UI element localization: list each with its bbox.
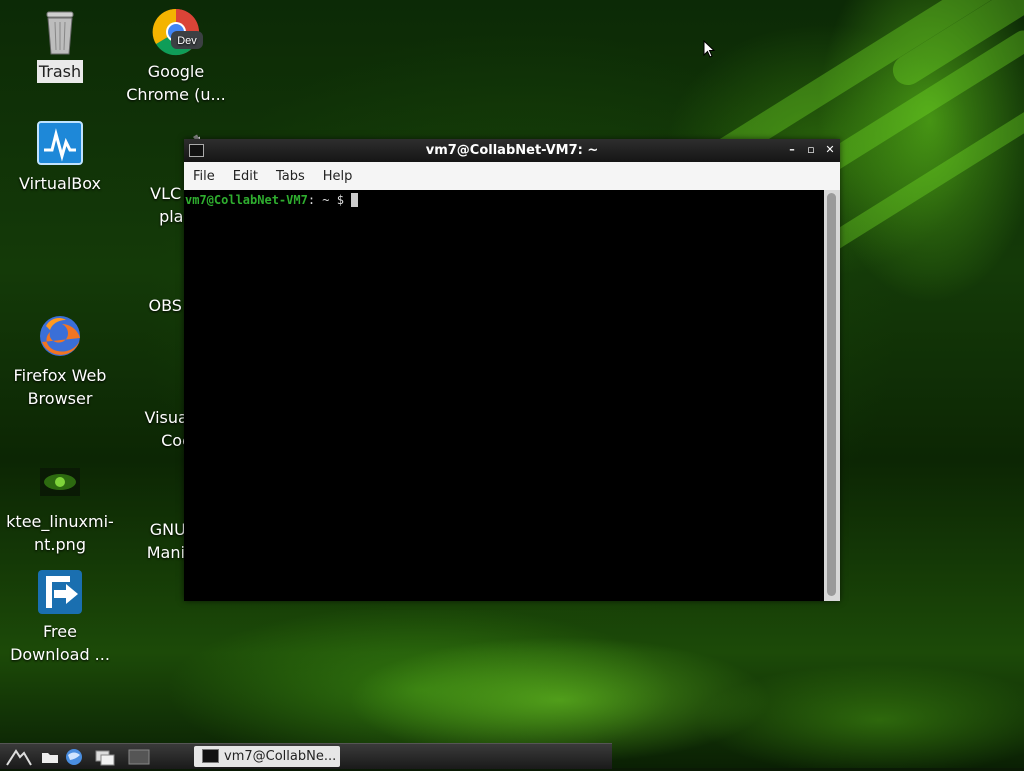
desktop-icon-label: Download ... — [10, 645, 110, 664]
scrollbar-thumb[interactable] — [827, 193, 836, 596]
prompt-user-host: vm7@CollabNet-VM7 — [185, 193, 308, 207]
vertical-scrollbar[interactable] — [824, 190, 840, 601]
chrome-dev-icon: Dev — [152, 8, 203, 56]
virtualbox-icon — [36, 120, 84, 168]
desktop-icon-label: VirtualBox — [18, 174, 102, 193]
desktop-icon-label: Free — [43, 622, 77, 641]
menu-help[interactable]: Help — [314, 169, 362, 184]
desktop-icon-label: Firefox Web — [13, 366, 107, 385]
terminal-window[interactable]: vm7@CollabNet-VM7: ~ – ▫ ✕ File Edit Tab… — [184, 139, 840, 601]
taskbar: vm7@CollabNe... — [0, 743, 612, 769]
menu-file[interactable]: File — [184, 169, 224, 184]
desktop-icon-label: Trash — [36, 60, 84, 83]
minimize-button[interactable]: – — [784, 142, 800, 158]
trash-icon — [36, 8, 84, 56]
desktop-icon-trash[interactable]: Trash — [5, 8, 115, 83]
file-manager-icon[interactable] — [40, 747, 60, 767]
show-desktop-icon[interactable] — [128, 747, 150, 767]
window-switcher-icon[interactable] — [94, 747, 115, 767]
menu-tabs[interactable]: Tabs — [267, 169, 314, 184]
desktop-icon-free-download-manager[interactable]: Free Download ... — [5, 568, 115, 666]
desktop-icon-label: Chrome (u... — [126, 85, 226, 104]
prompt-path: : ~ $ — [307, 193, 344, 207]
desktop-icon-label: nt.png — [34, 535, 86, 554]
window-titlebar[interactable]: vm7@CollabNet-VM7: ~ – ▫ ✕ — [184, 139, 840, 162]
download-arrow-icon — [36, 568, 84, 616]
desktop-icon-label: ktee_linuxmi- — [6, 512, 114, 531]
desktop-icon-virtualbox[interactable]: VirtualBox — [5, 120, 115, 195]
desktop-icon-image-file[interactable]: ktee_linuxmi- nt.png — [5, 458, 115, 556]
desktop-icon-google-chrome[interactable]: Dev Google Chrome (u... — [121, 8, 231, 106]
shell-prompt: vm7@CollabNet-VM7: ~ $ — [185, 193, 359, 207]
desktop-icon-label: Google — [147, 62, 205, 81]
menu-bar: File Edit Tabs Help — [184, 162, 840, 190]
close-button[interactable]: ✕ — [822, 142, 838, 158]
desktop-icon-label: Browser — [27, 389, 93, 408]
window-title: vm7@CollabNet-VM7: ~ — [425, 143, 599, 158]
taskbar-item-terminal[interactable]: vm7@CollabNe... — [194, 746, 340, 767]
text-cursor — [351, 193, 359, 207]
firefox-icon — [36, 312, 84, 360]
svg-text:Dev: Dev — [177, 35, 197, 47]
taskbar-item-label: vm7@CollabNe... — [224, 749, 337, 764]
terminal-icon — [202, 749, 219, 763]
menu-edit[interactable]: Edit — [224, 169, 267, 184]
desktop-icon-firefox[interactable]: Firefox Web Browser — [5, 312, 115, 410]
terminal-console[interactable]: vm7@CollabNet-VM7: ~ $ — [184, 190, 824, 601]
image-thumbnail-icon — [36, 458, 84, 506]
web-browser-icon[interactable] — [64, 747, 84, 767]
maximize-button[interactable]: ▫ — [803, 142, 819, 158]
start-menu-icon[interactable] — [6, 747, 32, 767]
